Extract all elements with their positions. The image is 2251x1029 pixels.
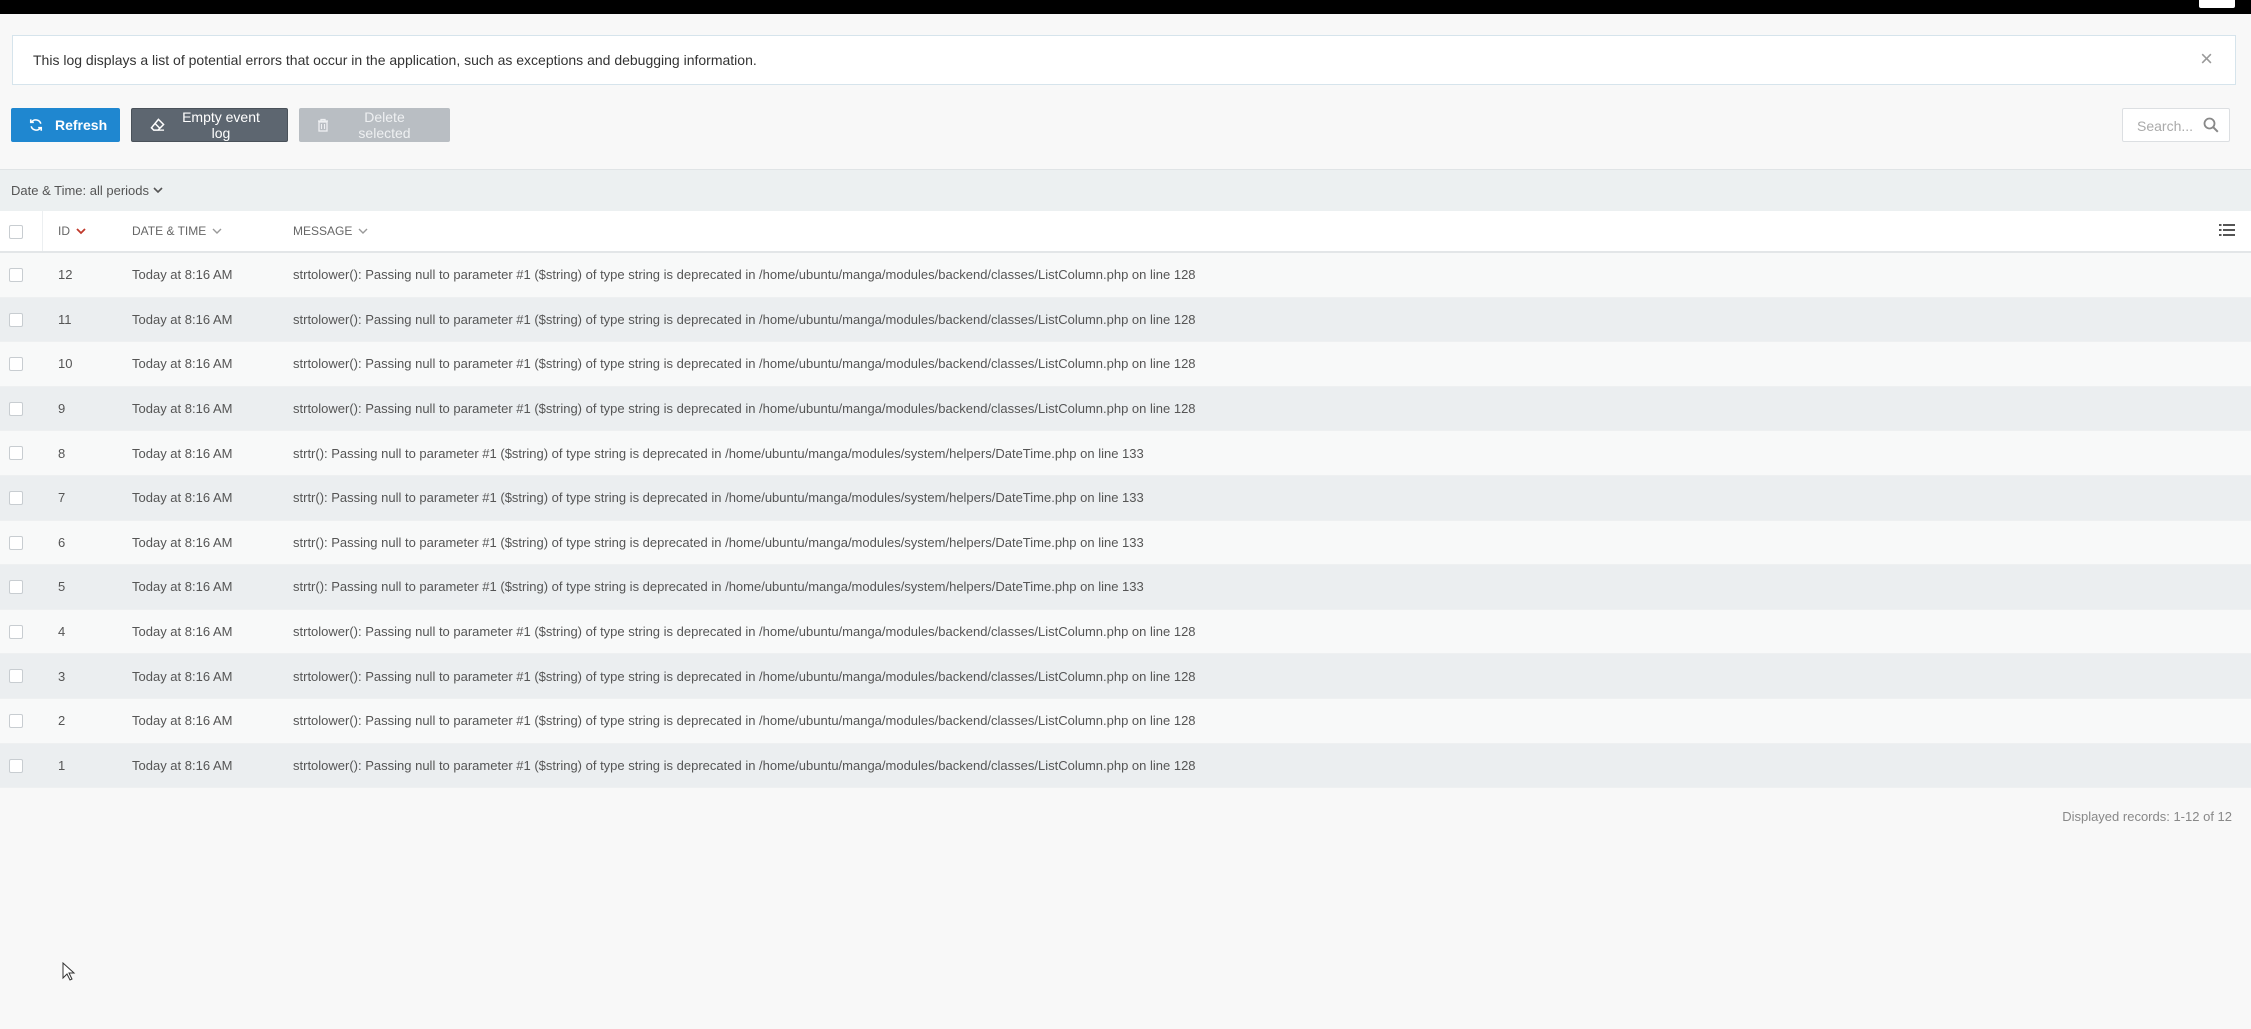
- event-log-table: ID DATE & TIME MESSAGE 12 Today at 8:16 A…: [0, 211, 2251, 789]
- column-header-id[interactable]: ID: [58, 211, 86, 251]
- chevron-down-icon: [212, 228, 222, 234]
- column-id-label: ID: [58, 224, 70, 238]
- cell-datetime: Today at 8:16 AM: [132, 579, 233, 595]
- cell-id: 1: [58, 757, 66, 773]
- column-message-label: MESSAGE: [293, 224, 353, 238]
- table-row[interactable]: 6 Today at 8:16 AM strtr(): Passing null t…: [0, 520, 2251, 566]
- cell-message: strtolower(): Passing null to parameter …: [293, 311, 1196, 327]
- avatar[interactable]: [2199, 0, 2235, 8]
- cell-datetime: Today at 8:16 AM: [132, 668, 233, 684]
- delete-selected-button[interactable]: Delete selected: [299, 108, 450, 142]
- row-checkbox[interactable]: [9, 312, 23, 327]
- table-row[interactable]: 4 Today at 8:16 AM strtolower(): Passing n…: [0, 609, 2251, 655]
- cell-datetime: Today at 8:16 AM: [132, 401, 233, 417]
- info-text: This log displays a list of potential er…: [33, 52, 757, 68]
- search-input[interactable]: [2135, 109, 2209, 143]
- column-header-message[interactable]: MESSAGE: [293, 211, 368, 251]
- cell-message: strtolower(): Passing null to parameter …: [293, 713, 1196, 729]
- table-row[interactable]: 12 Today at 8:16 AM strtolower(): Passing …: [0, 253, 2251, 298]
- row-checkbox[interactable]: [9, 490, 23, 505]
- date-scope-filter[interactable]: Date & Time: all periods: [11, 183, 163, 198]
- eraser-icon: [150, 118, 165, 132]
- cell-datetime: Today at 8:16 AM: [132, 490, 233, 506]
- cell-datetime: Today at 8:16 AM: [132, 713, 233, 729]
- select-all-checkbox[interactable]: [9, 225, 23, 239]
- cell-id: 11: [58, 311, 72, 327]
- table-header: ID DATE & TIME MESSAGE: [0, 211, 2251, 253]
- refresh-label: Refresh: [55, 117, 108, 133]
- row-checkbox[interactable]: [9, 446, 23, 461]
- cell-id: 12: [58, 267, 73, 283]
- row-checkbox[interactable]: [9, 401, 23, 416]
- refresh-button[interactable]: Refresh: [11, 108, 120, 142]
- list-settings-icon[interactable]: [2219, 223, 2235, 242]
- row-checkbox[interactable]: [9, 624, 23, 639]
- sort-desc-icon: [76, 227, 86, 234]
- table-row[interactable]: 8 Today at 8:16 AM strtr(): Passing null t…: [0, 431, 2251, 476]
- table-row[interactable]: 5 Today at 8:16 AM strtr(): Passing null t…: [0, 565, 2251, 610]
- cell-message: strtolower(): Passing null to parameter …: [293, 668, 1196, 684]
- row-checkbox[interactable]: [9, 669, 23, 684]
- toolbar: Refresh Empty event log Delete selected: [11, 108, 450, 142]
- cell-message: strtolower(): Passing null to parameter …: [293, 267, 1196, 283]
- table-row[interactable]: 7 Today at 8:16 AM strtr(): Passing null t…: [0, 475, 2251, 521]
- cell-datetime: Today at 8:16 AM: [132, 311, 233, 327]
- column-datetime-label: DATE & TIME: [132, 224, 207, 238]
- chevron-down-icon: [358, 228, 368, 234]
- top-bar: [0, 0, 2251, 14]
- row-checkbox[interactable]: [9, 580, 23, 595]
- cell-id: 3: [58, 668, 66, 684]
- row-checkbox[interactable]: [9, 357, 23, 372]
- cell-id: 8: [58, 445, 66, 461]
- chevron-down-icon: [153, 187, 163, 194]
- cell-datetime: Today at 8:16 AM: [132, 356, 233, 372]
- cell-message: strtr(): Passing null to parameter #1 ($…: [293, 579, 1144, 595]
- table-row[interactable]: 1 Today at 8:16 AM strtolower(): Passing n…: [0, 743, 2251, 789]
- date-scope-label: Date & Time: all periods: [11, 183, 150, 198]
- cell-id: 6: [58, 534, 66, 550]
- empty-event-log-button[interactable]: Empty event log: [131, 108, 288, 142]
- cell-message: strtr(): Passing null to parameter #1 ($…: [293, 534, 1144, 550]
- cell-message: strtolower(): Passing null to parameter …: [293, 401, 1196, 417]
- header-divider: [42, 211, 43, 251]
- cell-datetime: Today at 8:16 AM: [132, 757, 233, 773]
- table-row[interactable]: 11 Today at 8:16 AM strtolower(): Passing …: [0, 297, 2251, 343]
- cell-datetime: Today at 8:16 AM: [132, 445, 233, 461]
- cell-id: 4: [58, 624, 66, 640]
- delete-selected-label: Delete selected: [358, 109, 411, 141]
- cell-datetime: Today at 8:16 AM: [132, 534, 233, 550]
- trash-icon: [317, 118, 329, 132]
- mouse-cursor-icon: [62, 962, 76, 981]
- table-row[interactable]: 2 Today at 8:16 AM strtolower(): Passing n…: [0, 698, 2251, 744]
- search-icon[interactable]: [2203, 117, 2219, 138]
- search-box: [2122, 108, 2230, 143]
- table-row[interactable]: 10 Today at 8:16 AM strtolower(): Passing …: [0, 342, 2251, 387]
- row-checkbox[interactable]: [9, 535, 23, 550]
- cell-datetime: Today at 8:16 AM: [132, 267, 233, 283]
- column-header-datetime[interactable]: DATE & TIME: [132, 211, 222, 251]
- close-icon[interactable]: ×: [2200, 48, 2213, 70]
- cell-datetime: Today at 8:16 AM: [132, 624, 233, 640]
- table-body: 12 Today at 8:16 AM strtolower(): Passing …: [0, 253, 2251, 789]
- cell-id: 7: [58, 490, 66, 506]
- row-checkbox[interactable]: [9, 268, 23, 282]
- cell-message: strtr(): Passing null to parameter #1 ($…: [293, 490, 1144, 506]
- cell-message: strtolower(): Passing null to parameter …: [293, 624, 1196, 640]
- filter-bar: Date & Time: all periods: [0, 169, 2251, 211]
- records-count: Displayed records: 1-12 of 12: [2062, 809, 2232, 824]
- table-row[interactable]: 3 Today at 8:16 AM strtolower(): Passing n…: [0, 654, 2251, 699]
- refresh-icon: [29, 118, 43, 132]
- info-callout: This log displays a list of potential er…: [12, 35, 2236, 85]
- row-checkbox[interactable]: [9, 758, 23, 773]
- cell-message: strtr(): Passing null to parameter #1 ($…: [293, 445, 1144, 461]
- cell-id: 2: [58, 713, 66, 729]
- table-row[interactable]: 9 Today at 8:16 AM strtolower(): Passing n…: [0, 386, 2251, 432]
- cell-id: 5: [58, 579, 66, 595]
- cell-id: 9: [58, 401, 66, 417]
- cell-message: strtolower(): Passing null to parameter …: [293, 356, 1196, 372]
- cell-id: 10: [58, 356, 73, 372]
- row-checkbox[interactable]: [9, 713, 23, 728]
- empty-event-log-label: Empty event log: [182, 109, 260, 141]
- cell-message: strtolower(): Passing null to parameter …: [293, 757, 1196, 773]
